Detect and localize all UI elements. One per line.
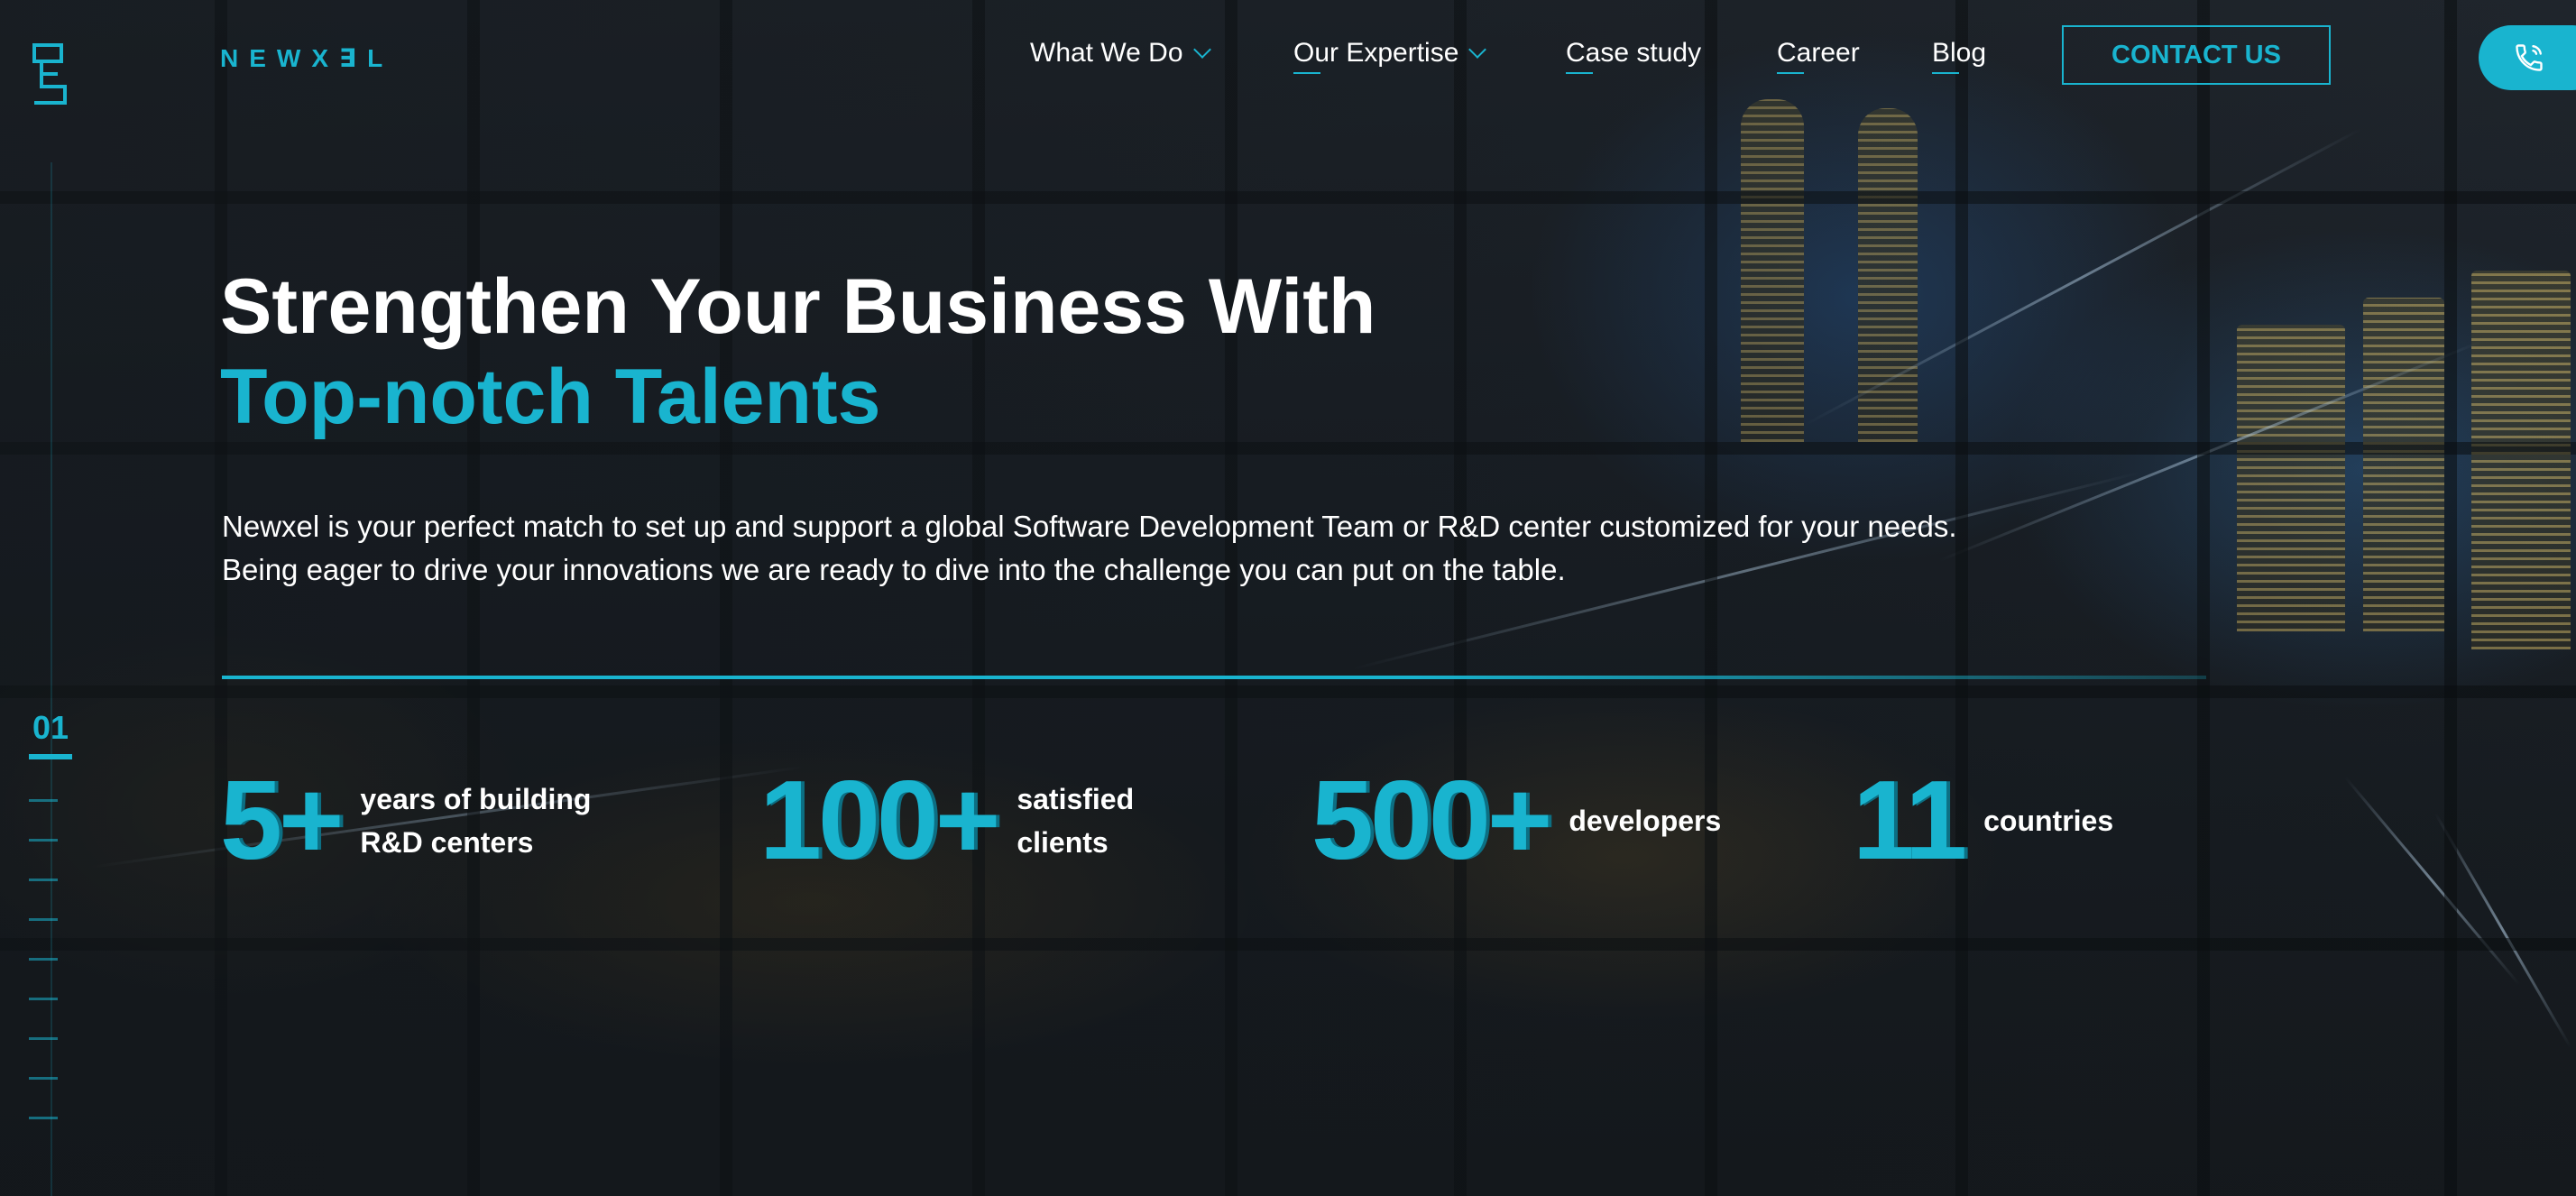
- nav-our-expertise[interactable]: Our Expertise: [1293, 38, 1487, 74]
- nav-blog[interactable]: Blog: [1932, 38, 1987, 74]
- slide-indicator[interactable]: [29, 879, 58, 881]
- nav-career-label: Career: [1777, 38, 1860, 68]
- slide-indicator[interactable]: [29, 1077, 58, 1080]
- stat-label-line: clients: [1017, 826, 1109, 859]
- page: NEWX∃L What We Do Our Expertise Case stu…: [0, 0, 2576, 1196]
- slide-indicator[interactable]: [29, 839, 58, 842]
- nav-underline: [1566, 72, 1593, 74]
- stat-label: developers: [1569, 799, 1721, 842]
- brand-wordmark[interactable]: NEWX∃L: [220, 43, 393, 73]
- hero-description-line: Newxel is your perfect match to set up a…: [222, 510, 1957, 543]
- contact-us-button[interactable]: CONTACT US: [2062, 25, 2331, 85]
- stat-developers: 500+ developers: [1311, 758, 1721, 884]
- hero-description-line: Being eager to drive your innovations we…: [222, 553, 1566, 586]
- stat-label: years of building R&D centers: [360, 777, 591, 864]
- slide-indicator[interactable]: [29, 1037, 58, 1040]
- stat-countries: 11 countries: [1853, 758, 2113, 884]
- stat-label-line: R&D centers: [360, 826, 534, 859]
- stat-label-line: satisfied: [1017, 783, 1135, 815]
- stat-label: satisfied clients: [1017, 777, 1134, 864]
- slide-indicator[interactable]: [29, 799, 58, 802]
- hero-title: Strengthen Your Business With: [220, 263, 1376, 350]
- stat-label-line: developers: [1569, 805, 1722, 837]
- nav-career[interactable]: Career: [1777, 38, 1860, 74]
- slide-indicator[interactable]: [29, 1117, 58, 1119]
- stat-label-line: countries: [1983, 805, 2114, 837]
- slide-indicator[interactable]: [29, 918, 58, 921]
- phone-icon: [2516, 44, 2543, 71]
- stat-value: 500+: [1311, 759, 1552, 883]
- nav-underline: [1777, 72, 1804, 74]
- nav-blog-label: Blog: [1932, 38, 1987, 68]
- nav-what-we-do-label: What We Do: [1030, 38, 1183, 68]
- stat-label: countries: [1983, 799, 2113, 842]
- newxel-logo-icon[interactable]: [31, 41, 69, 106]
- nav-our-expertise-label: Our Expertise: [1293, 38, 1459, 68]
- stat-clients: 100+ satisfied clients: [759, 758, 1134, 884]
- slide-indicator[interactable]: [29, 998, 58, 1000]
- slider-rail: [51, 162, 52, 1196]
- stat-value: 100+: [759, 759, 1000, 883]
- slide-indicator-active[interactable]: [29, 754, 72, 759]
- stat-label-line: years of building: [360, 783, 592, 815]
- nav-what-we-do[interactable]: What We Do: [1030, 38, 1211, 69]
- hero-description: Newxel is your perfect match to set up a…: [222, 505, 2206, 592]
- hero-divider: [222, 676, 2206, 679]
- nav-underline: [1932, 72, 1959, 74]
- nav-case-study-label: Case study: [1566, 38, 1702, 68]
- chevron-down-icon: [1468, 41, 1487, 59]
- slide-number: 01: [32, 709, 69, 746]
- nav-underline: [1293, 72, 1320, 74]
- nav-case-study[interactable]: Case study: [1566, 38, 1702, 74]
- stat-value: 5+: [220, 759, 344, 883]
- hero-title-accent: Top-notch Talents: [220, 354, 881, 440]
- slide-indicator[interactable]: [29, 958, 58, 961]
- stat-value: 11: [1853, 759, 1967, 883]
- stat-years: 5+ years of building R&D centers: [220, 758, 591, 884]
- chevron-down-icon: [1192, 41, 1211, 59]
- phone-button[interactable]: [2479, 25, 2576, 90]
